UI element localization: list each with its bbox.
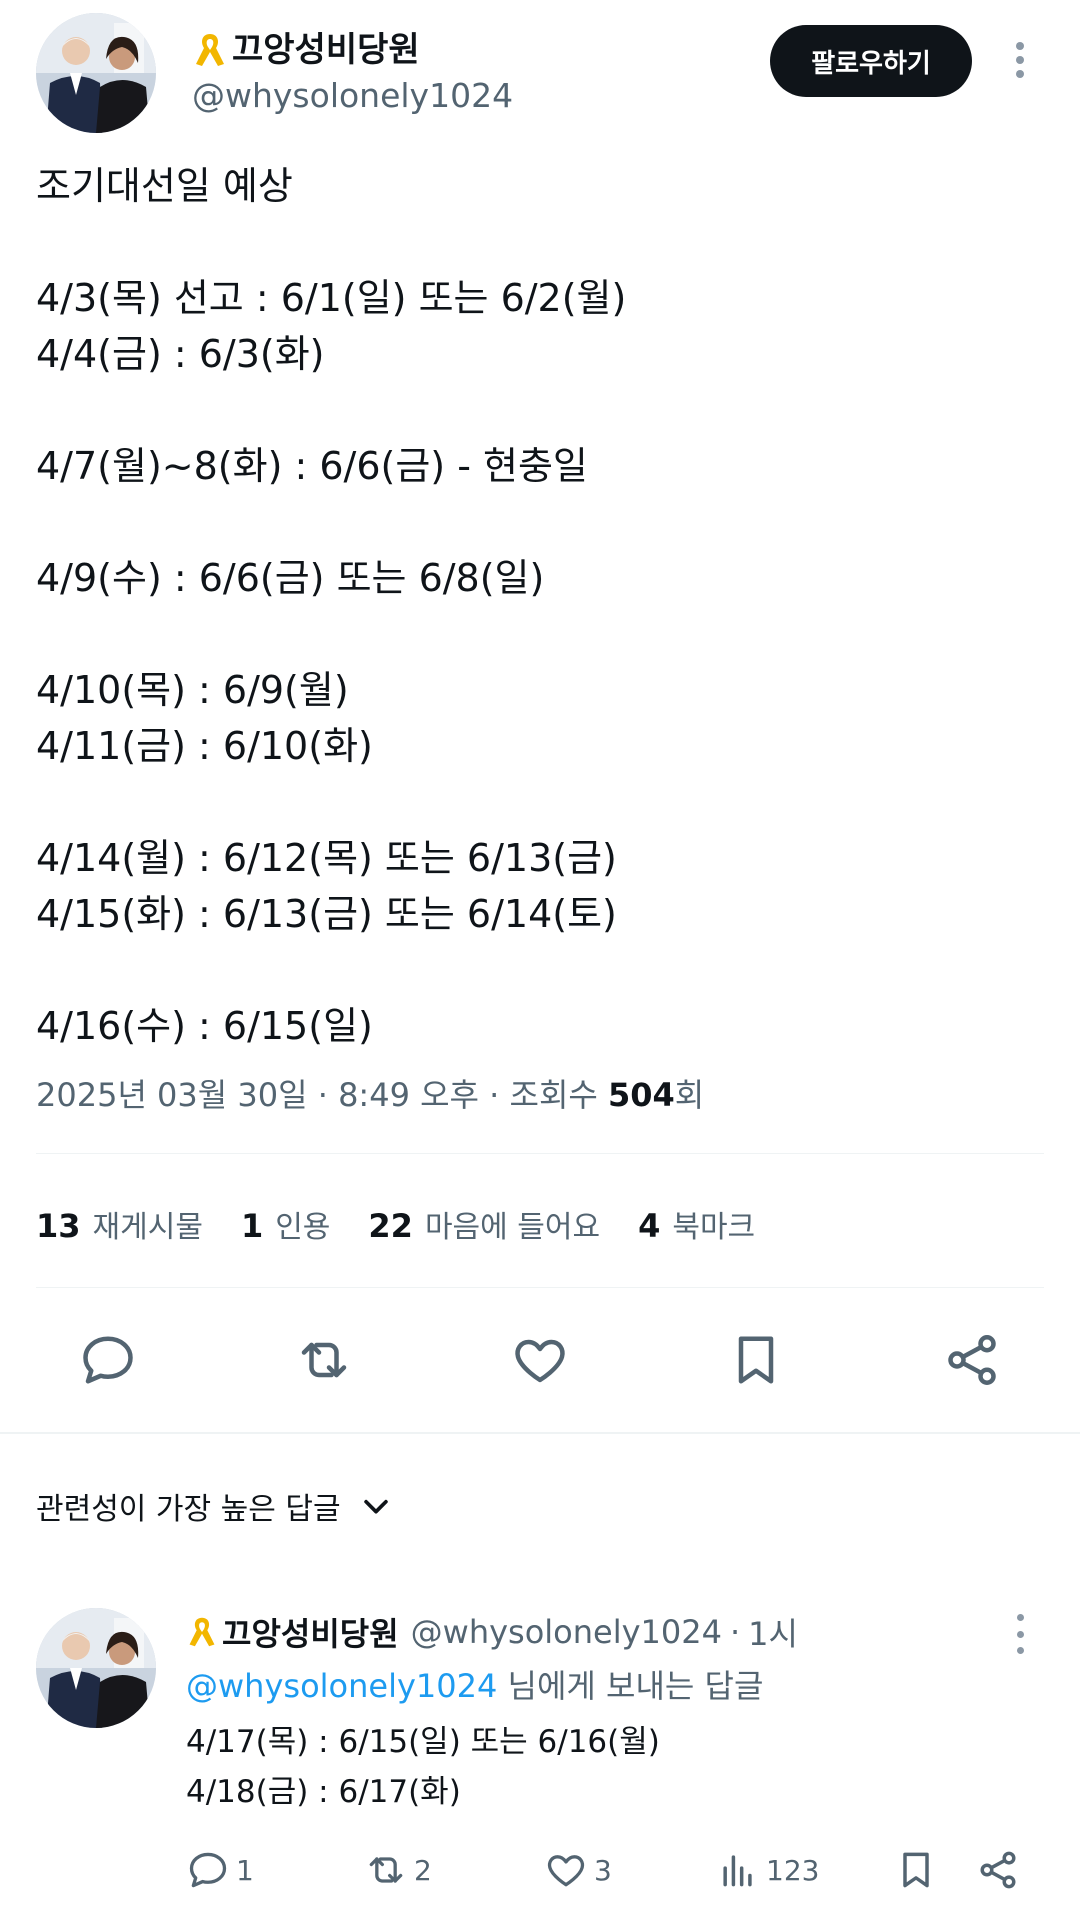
more-vertical-icon[interactable] — [1002, 1614, 1038, 1654]
reply-icon[interactable] — [68, 1320, 148, 1400]
author-avatar[interactable] — [36, 13, 156, 133]
reply-author-name-text: 끄앙성비당원 — [222, 1615, 399, 1653]
section-divider — [0, 1432, 1080, 1434]
bookmarks-count: 4 — [638, 1207, 661, 1245]
reply-time[interactable]: 1시 — [748, 1609, 798, 1655]
reply-line: 4/18(금) : 6/17(화) — [186, 1774, 461, 1810]
quotes-stat[interactable]: 1 인용 — [241, 1202, 330, 1246]
share-icon[interactable] — [932, 1320, 1012, 1400]
tweet-line — [36, 494, 1046, 550]
author-display-name[interactable]: 끄앙성비당원 — [192, 30, 420, 70]
like-icon[interactable] — [500, 1320, 580, 1400]
reply-views-button[interactable]: 123 — [716, 1840, 819, 1900]
reply-line: 4/17(목) : 6/15(일) 또는 6/16(월) — [186, 1724, 660, 1760]
likes-stat[interactable]: 22 마음에 들어요 — [368, 1202, 600, 1246]
reply-repost-button[interactable]: 2 — [364, 1840, 432, 1900]
replying-to: @whysolonely1024 님에게 보내는 답글 — [186, 1664, 763, 1708]
follow-button[interactable]: 팔로우하기 — [770, 25, 972, 97]
reply-header: 끄앙성비당원 @whysolonely1024 · 1시 — [186, 1610, 798, 1654]
bookmarks-label: 북마크 — [672, 1210, 756, 1245]
bookmarks-stat[interactable]: 4 북마크 — [638, 1202, 755, 1246]
replies-sort-dropdown[interactable]: 관련성이 가장 높은 답글 — [36, 1480, 393, 1532]
yellow-ribbon-icon — [186, 1614, 218, 1650]
reply-author-handle[interactable]: @whysolonely1024 — [411, 1613, 722, 1651]
tweet-meta: 2025년 03월 30일 · 8:49 오후 · 조회수 504회 — [36, 1070, 704, 1120]
tweet-line: 4/4(금) : 6/3(화) — [36, 332, 325, 376]
views-icon — [723, 1855, 752, 1887]
action-bar — [0, 1320, 1080, 1400]
engagement-stats: 13 재게시물 1 인용 22 마음에 들어요 4 북마크 — [36, 1196, 793, 1252]
reply-dot: · — [729, 1613, 741, 1651]
reply-author-name[interactable]: 끄앙성비당원 — [186, 1609, 399, 1655]
tweet-line: 4/16(수) : 6/15(일) — [36, 1004, 373, 1048]
author-handle[interactable]: @whysolonely1024 — [192, 76, 513, 116]
quotes-label: 인용 — [275, 1210, 331, 1245]
tweet-line — [36, 606, 1046, 662]
reply-like-button[interactable]: 3 — [544, 1840, 612, 1900]
divider — [36, 1287, 1044, 1288]
likes-label: 마음에 들어요 — [424, 1210, 601, 1245]
tweet-line: 4/9(수) : 6/6(금) 또는 6/8(일) — [36, 556, 545, 600]
meta-separator: · — [317, 1076, 328, 1114]
replies-sort-label: 관련성이 가장 높은 답글 — [36, 1492, 341, 1527]
tweet-line: 4/15(화) : 6/13(금) 또는 6/14(토) — [36, 892, 617, 936]
tweet-line — [36, 942, 1046, 998]
likes-count: 22 — [368, 1207, 413, 1245]
reply-author-avatar[interactable] — [36, 1608, 156, 1728]
tweet-line — [36, 214, 1046, 270]
tweet-text: 조기대선일 예상 4/3(목) 선고 : 6/1(일) 또는 6/2(월) 4/… — [36, 158, 1046, 1054]
views-label: 조회수 — [509, 1076, 598, 1114]
share-icon[interactable] — [976, 1840, 1026, 1900]
tweet-line: 조기대선일 예상 — [36, 164, 293, 208]
replying-suffix: 님에게 보내는 답글 — [507, 1667, 764, 1705]
reply-reply-count: 1 — [236, 1853, 254, 1887]
tweet-line: 4/3(목) 선고 : 6/1(일) 또는 6/2(월) — [36, 276, 627, 320]
like-icon — [547, 1855, 585, 1887]
more-vertical-icon[interactable] — [1002, 36, 1038, 84]
tweet-date[interactable]: 2025년 03월 30일 — [36, 1076, 308, 1114]
bookmark-icon[interactable] — [894, 1840, 944, 1900]
reply-view-count: 123 — [766, 1853, 820, 1887]
reposts-label: 재게시물 — [92, 1210, 203, 1245]
repost-icon[interactable] — [284, 1320, 364, 1400]
reply-reply-button[interactable]: 1 — [186, 1840, 254, 1900]
replying-mention[interactable]: @whysolonely1024 — [186, 1667, 497, 1705]
repost-icon — [369, 1857, 403, 1883]
meta-separator: · — [489, 1076, 500, 1114]
tweet-line: 4/10(목) : 6/9(월) — [36, 668, 349, 712]
chevron-down-icon — [363, 1499, 388, 1514]
tweet-line: 4/14(월) : 6/12(목) 또는 6/13(금) — [36, 836, 617, 880]
reply-repost-count: 2 — [414, 1853, 432, 1887]
tweet-line — [36, 774, 1046, 830]
reply-icon — [189, 1852, 227, 1888]
tweet-line: 4/7(월)~8(화) : 6/6(금) - 현충일 — [36, 444, 588, 488]
author-name-text: 끄앙성비당원 — [232, 30, 420, 70]
tweet-header: 끄앙성비당원 @whysolonely1024 팔로우하기 — [0, 0, 1080, 140]
tweet-line — [36, 382, 1046, 438]
yellow-ribbon-icon — [192, 30, 228, 70]
reply-like-count: 3 — [594, 1853, 612, 1887]
tweet-line: 4/11(금) : 6/10(화) — [36, 724, 373, 768]
reply-action-bar: 1 2 3 123 — [0, 1840, 1080, 1900]
reposts-count: 13 — [36, 1207, 81, 1245]
tweet-time[interactable]: 8:49 오후 — [338, 1076, 479, 1114]
views-suffix: 회 — [674, 1076, 705, 1114]
quotes-count: 1 — [240, 1207, 264, 1245]
reposts-stat[interactable]: 13 재게시물 — [36, 1202, 203, 1246]
views-count: 504 — [608, 1076, 675, 1114]
divider — [36, 1153, 1044, 1154]
bookmark-icon[interactable] — [716, 1320, 796, 1400]
